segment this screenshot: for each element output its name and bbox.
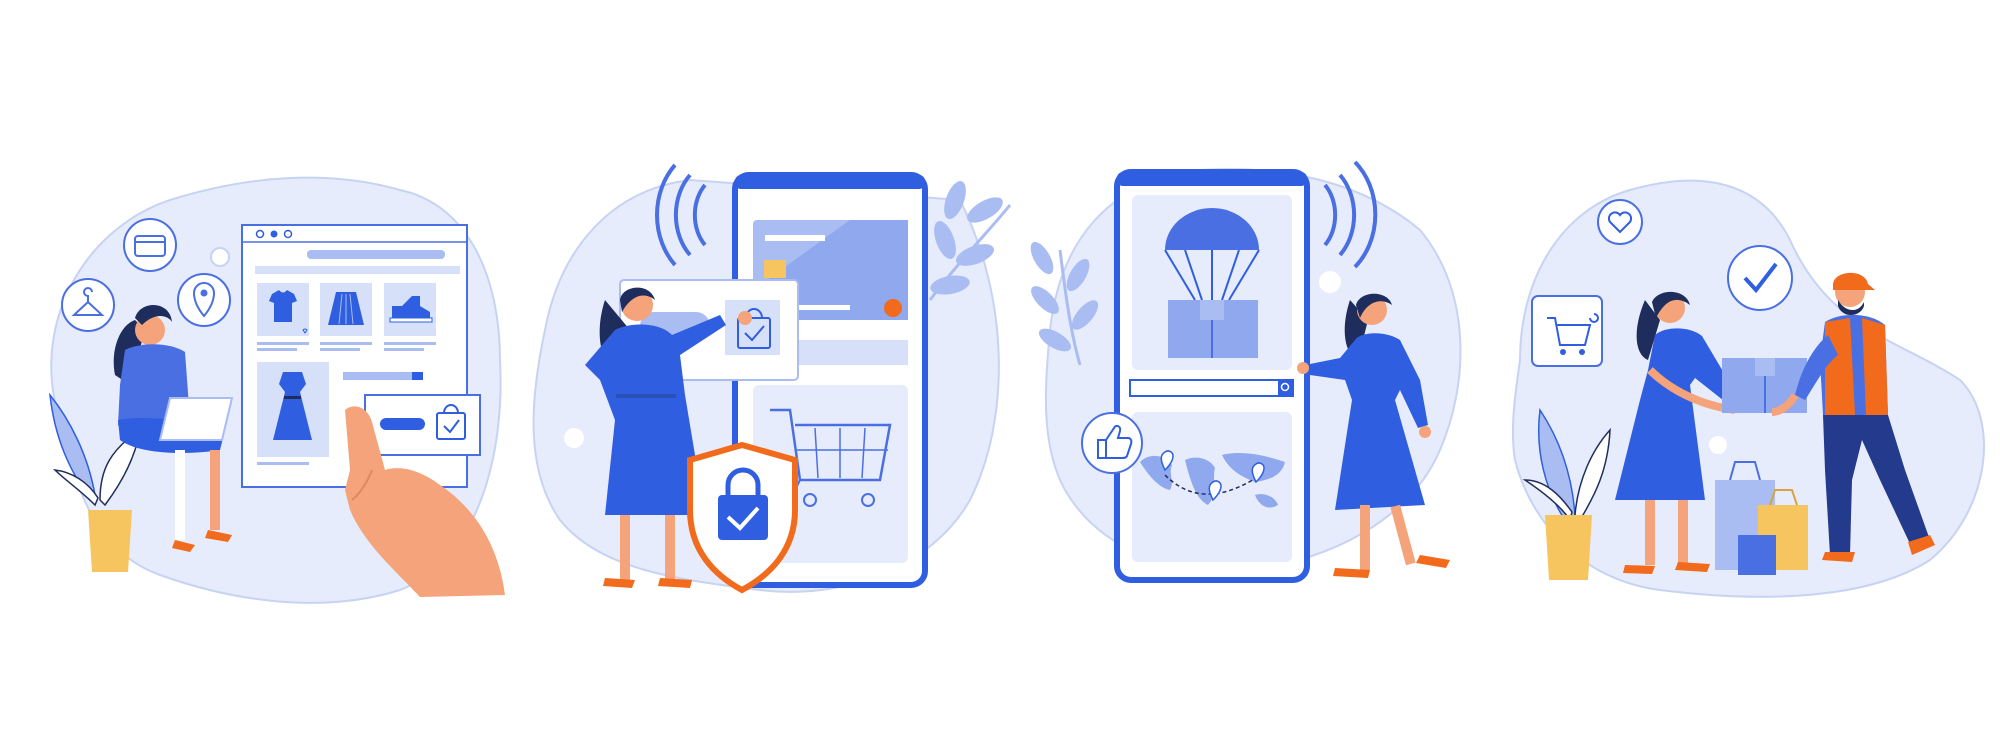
shopping-cart-icon: [1531, 295, 1603, 367]
add-to-cart-popup: [364, 394, 481, 456]
check-circle-icon: [1727, 245, 1793, 311]
illustration-stage: [0, 0, 2000, 745]
scene-secure-payment: [532, 163, 1012, 594]
scene-parcel-handover: [1511, 179, 1985, 598]
laptop-icon: [158, 397, 234, 441]
search-bar: [1129, 379, 1294, 397]
product-tile-dress: [257, 362, 329, 465]
scene-delivery-tracking: [1030, 160, 1462, 583]
tracking-phone: [1114, 169, 1310, 583]
parcel-box: [1722, 358, 1807, 413]
hanger-icon: [61, 278, 115, 332]
location-pin-icon: [177, 273, 231, 327]
heart-icon: [1597, 199, 1643, 245]
wallet-icon: [123, 218, 177, 272]
thumbs-up-icon: [1081, 412, 1143, 474]
scene-online-shopping: [48, 176, 505, 604]
